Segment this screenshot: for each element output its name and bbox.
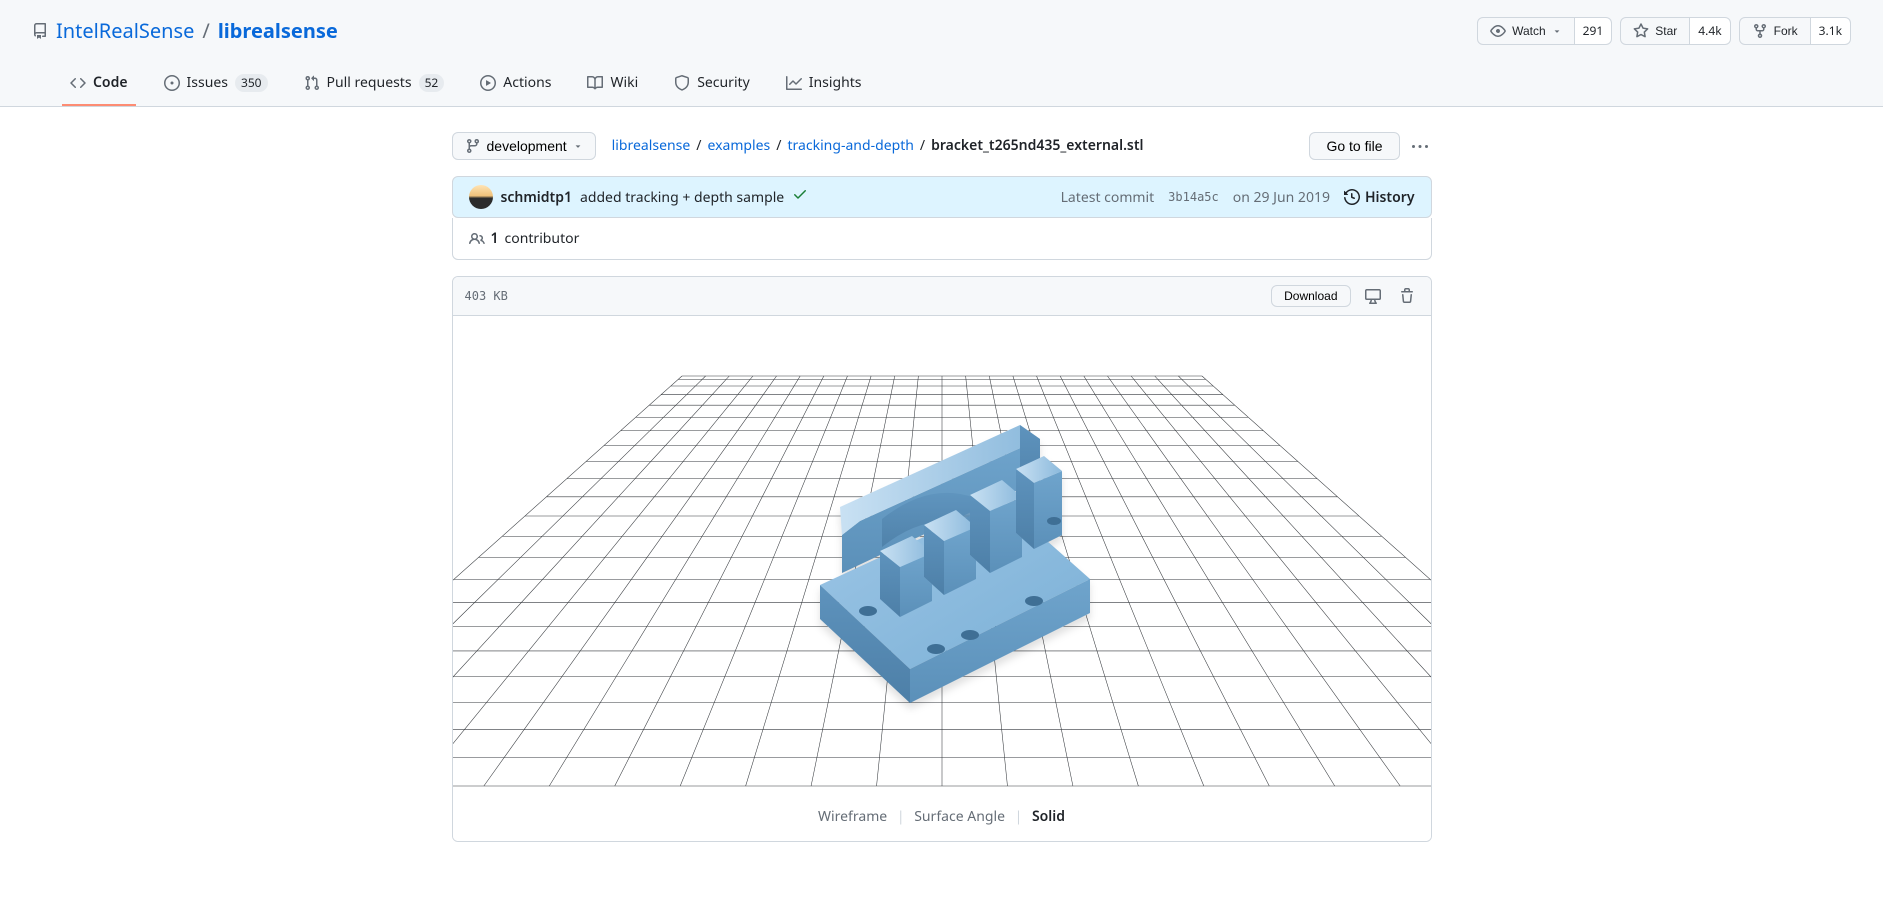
3d-model	[772, 391, 1112, 711]
book-icon	[587, 75, 603, 91]
latest-commit-bar: schmidtp1 added tracking + depth sample …	[452, 176, 1432, 218]
download-button[interactable]: Download	[1271, 285, 1350, 307]
pr-icon	[304, 75, 320, 91]
contributors-box: 1 contributor	[452, 218, 1432, 260]
status-check-icon[interactable]	[792, 186, 808, 208]
viewer-mode-switcher: Wireframe | Surface Angle | Solid	[453, 796, 1431, 841]
trash-icon	[1399, 288, 1415, 304]
repo-tabs: Code Issues 350 Pull requests 52 Actions…	[32, 64, 1851, 106]
tab-wiki-label: Wiki	[610, 72, 638, 93]
path-separator: /	[694, 135, 703, 156]
3d-viewer-canvas[interactable]: []	[453, 316, 1431, 796]
fork-count[interactable]: 3.1k	[1811, 17, 1851, 45]
crumb-link-root[interactable]: librealsense	[612, 135, 691, 156]
tab-issues-label: Issues	[187, 72, 228, 93]
tab-actions[interactable]: Actions	[472, 64, 559, 106]
fork-button[interactable]: Fork	[1739, 17, 1811, 45]
tab-prs-label: Pull requests	[327, 72, 412, 93]
watch-button[interactable]: Watch	[1477, 17, 1575, 45]
mode-solid[interactable]: Solid	[1032, 807, 1065, 826]
kebab-icon	[1412, 139, 1428, 155]
go-to-file-button[interactable]: Go to file	[1309, 132, 1399, 160]
watch-count[interactable]: 291	[1575, 17, 1613, 45]
eye-icon	[1490, 23, 1506, 39]
tab-security-label: Security	[697, 72, 750, 93]
device-desktop-icon	[1365, 288, 1381, 304]
tab-prs[interactable]: Pull requests 52	[296, 64, 453, 106]
latest-commit-label: Latest commit	[1061, 187, 1155, 208]
tab-insights-label: Insights	[809, 72, 862, 93]
breadcrumb: librealsense / examples / tracking-and-d…	[612, 135, 1144, 156]
crumb-link-tracking[interactable]: tracking-and-depth	[787, 135, 913, 156]
repo-actions: Watch 291 Star 4.4k Fork	[1477, 17, 1851, 45]
repo-name-link[interactable]: librealsense	[218, 17, 338, 44]
file-navigation: development librealsense / examples / tr…	[452, 131, 1432, 160]
tab-insights[interactable]: Insights	[778, 64, 870, 106]
crumb-current-file: bracket_t265nd435_external.stl	[931, 135, 1143, 156]
history-icon	[1344, 189, 1360, 205]
file-size: 403 KB	[465, 287, 508, 305]
mode-surface-angle[interactable]: Surface Angle	[914, 807, 1005, 826]
repo-header: IntelRealSense / librealsense Watch 291	[0, 0, 1883, 107]
path-separator: /	[918, 135, 927, 156]
author-avatar[interactable]	[469, 185, 493, 209]
prs-count: 52	[419, 74, 445, 92]
mode-separator: |	[891, 807, 911, 826]
branch-picker[interactable]: development	[452, 132, 596, 160]
delete-button[interactable]	[1395, 286, 1419, 306]
people-icon	[469, 231, 485, 247]
tab-security[interactable]: Security	[666, 64, 758, 106]
issue-icon	[164, 75, 180, 91]
repo-owner-link[interactable]: IntelRealSense	[56, 16, 194, 46]
star-count[interactable]: 4.4k	[1690, 17, 1730, 45]
commit-author-link[interactable]: schmidtp1	[501, 187, 572, 208]
star-button[interactable]: Star	[1620, 17, 1690, 45]
shield-icon	[674, 75, 690, 91]
star-label: Star	[1655, 24, 1677, 38]
repo-title: IntelRealSense / librealsense	[32, 16, 338, 46]
mode-separator: |	[1009, 807, 1029, 826]
watch-label: Watch	[1512, 24, 1546, 38]
history-label: History	[1365, 187, 1415, 208]
path-separator: /	[202, 16, 209, 46]
history-link[interactable]: History	[1344, 187, 1415, 208]
contributors-count: 1	[491, 228, 499, 249]
play-icon	[480, 75, 496, 91]
display-options-button[interactable]	[1361, 286, 1385, 306]
commit-sha-link[interactable]: 3b14a5c	[1168, 188, 1219, 206]
issues-count: 350	[235, 74, 268, 92]
branch-icon	[465, 138, 481, 154]
star-icon	[1633, 23, 1649, 39]
code-icon	[70, 75, 86, 91]
fork-icon	[1752, 23, 1768, 39]
branch-name: development	[487, 138, 567, 154]
tab-code-label: Code	[93, 72, 128, 93]
path-separator: /	[774, 135, 783, 156]
tab-actions-label: Actions	[503, 72, 551, 93]
crumb-link-examples[interactable]: examples	[707, 135, 770, 156]
repo-icon	[32, 23, 48, 39]
file-viewer: 403 KB Download []	[452, 276, 1432, 842]
contributors-label: contributor	[505, 228, 580, 249]
mode-wireframe[interactable]: Wireframe	[818, 807, 887, 826]
commit-date[interactable]: on 29 Jun 2019	[1233, 187, 1330, 208]
chevron-down-icon	[1552, 26, 1562, 36]
graph-icon	[786, 75, 802, 91]
chevron-down-icon	[573, 141, 583, 151]
fork-label: Fork	[1774, 24, 1798, 38]
more-options-button[interactable]	[1408, 131, 1432, 160]
tab-code[interactable]: Code	[62, 64, 136, 106]
commit-message-link[interactable]: added tracking + depth sample	[580, 187, 784, 208]
tab-wiki[interactable]: Wiki	[579, 64, 646, 106]
tab-issues[interactable]: Issues 350	[156, 64, 276, 106]
